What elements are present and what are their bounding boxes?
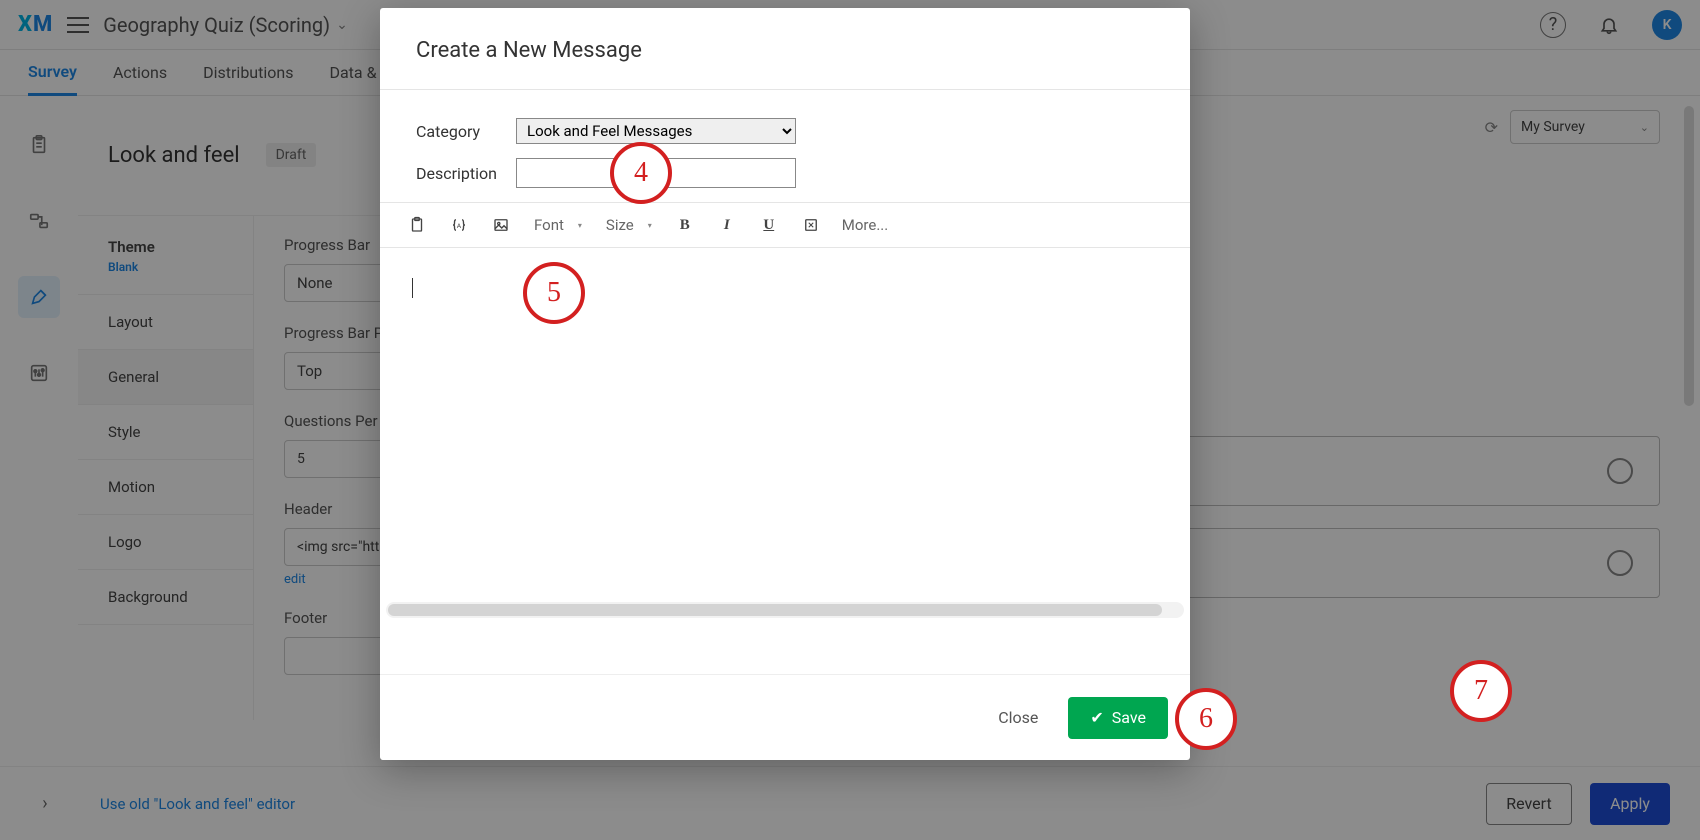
size-dropdown[interactable]: Size▾ [598,209,660,241]
font-dropdown[interactable]: Font▾ [526,209,590,241]
underline-button[interactable]: U [752,209,786,241]
editor-textarea[interactable] [380,248,1190,602]
description-label: Description [416,164,516,183]
category-label: Category [416,122,516,141]
more-button[interactable]: More... [836,209,894,241]
piped-text-icon[interactable]: A [442,209,476,241]
create-message-modal: Create a New Message Category Look and F… [380,8,1190,760]
editor-toolbar: A Font▾ Size▾ B I U [380,202,1190,248]
svg-text:A: A [457,222,462,230]
close-button[interactable]: Close [992,698,1044,737]
category-select[interactable]: Look and Feel Messages [516,118,796,144]
save-button[interactable]: ✔ Save [1068,697,1168,739]
image-icon[interactable] [484,209,518,241]
modal-footer: Close ✔ Save [380,674,1190,760]
source-icon[interactable] [794,209,828,241]
modal-title: Create a New Message [380,8,1190,90]
rich-text-editor: A Font▾ Size▾ B I U [380,202,1190,602]
italic-button[interactable]: I [710,209,744,241]
scrollbar-thumb[interactable] [388,604,1162,616]
check-icon: ✔ [1090,708,1103,727]
paste-icon[interactable] [400,209,434,241]
modal-horizontal-scrollbar[interactable] [386,602,1184,618]
text-cursor [412,278,413,298]
description-input[interactable] [516,158,796,188]
bold-button[interactable]: B [668,209,702,241]
